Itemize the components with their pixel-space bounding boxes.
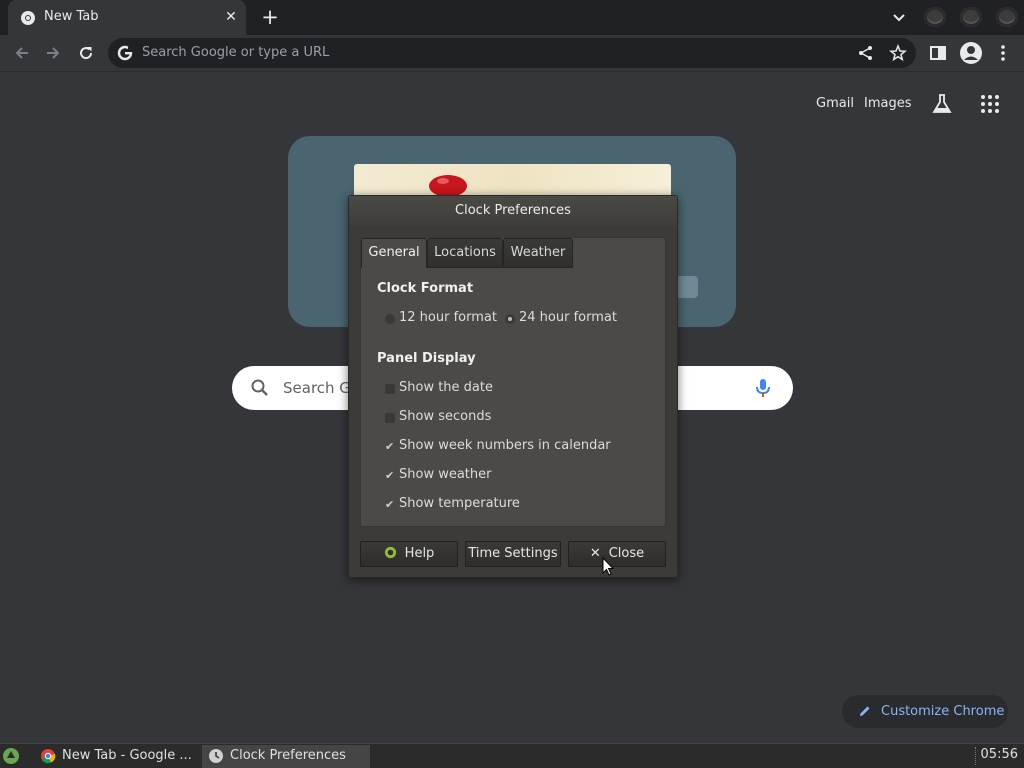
taskbar-item-label: New Tab - Google ...	[62, 748, 192, 763]
time-settings-button[interactable]: Time Settings	[465, 541, 561, 567]
dialog-titlebar[interactable]: Clock Preferences	[349, 196, 677, 226]
search-icon	[251, 379, 268, 396]
close-tab-icon[interactable]: ✕	[222, 8, 240, 26]
tab-general[interactable]: General	[361, 238, 427, 268]
time-settings-button-label: Time Settings	[468, 546, 558, 561]
more-menu-icon[interactable]	[993, 43, 1013, 63]
clock-icon	[209, 749, 223, 763]
taskbar-item-clock-preferences[interactable]: Clock Preferences	[202, 745, 370, 768]
radio-selected-icon	[505, 314, 515, 324]
chevron-down-icon[interactable]	[890, 10, 908, 26]
maximize-window-button[interactable]	[960, 7, 982, 27]
doodle-share-icon[interactable]	[676, 276, 698, 298]
tab-strip: New Tab ✕ +	[0, 0, 1024, 35]
microphone-icon[interactable]	[754, 377, 772, 399]
chrome-icon	[21, 11, 35, 25]
bookmark-star-icon[interactable]	[888, 43, 908, 63]
taskbar-clock[interactable]: 05:56	[981, 747, 1018, 762]
taskbar-item-label: Clock Preferences	[230, 748, 346, 763]
option-label: 24 hour format	[519, 310, 617, 325]
profile-avatar-icon[interactable]	[959, 41, 983, 65]
clock-format-heading: Clock Format	[377, 281, 474, 296]
checkmark-icon: ✔	[385, 440, 395, 453]
checkbox-unchecked-icon	[385, 384, 395, 394]
omnibox-placeholder: Search Google or type a URL	[142, 45, 330, 60]
option-label: Show the date	[399, 380, 493, 395]
checkmark-icon: ✔	[385, 469, 395, 482]
tab-locations[interactable]: Locations	[427, 238, 503, 268]
panel-display-heading: Panel Display	[377, 351, 476, 366]
taskbar-item-browser[interactable]: New Tab - Google ...	[34, 745, 196, 768]
close-button[interactable]: ✕ Close	[568, 541, 666, 567]
option-label: Show week numbers in calendar	[399, 438, 611, 453]
taskbar: New Tab - Google ... Clock Preferences 0…	[0, 743, 1024, 768]
help-lifebuoy-icon	[384, 546, 396, 559]
back-icon[interactable]	[12, 43, 32, 63]
dialog-title: Clock Preferences	[455, 203, 571, 218]
mouse-pointer-icon	[602, 557, 614, 576]
close-window-button[interactable]	[996, 7, 1018, 27]
minimize-window-button[interactable]	[924, 7, 946, 27]
tab-weather[interactable]: Weather	[503, 238, 573, 268]
clock-preferences-dialog: Clock Preferences Clock Format 12 hour f…	[348, 195, 678, 578]
forward-icon[interactable]	[43, 43, 63, 63]
tab-title: New Tab	[44, 9, 99, 24]
side-panel-icon[interactable]	[928, 43, 948, 63]
option-label: 12 hour format	[399, 310, 497, 325]
images-link[interactable]: Images	[864, 96, 912, 111]
customize-chrome-button[interactable]: Customize Chrome	[842, 695, 1008, 728]
gmail-link[interactable]: Gmail	[816, 96, 854, 111]
help-button-label: Help	[404, 546, 435, 561]
apps-grid-icon[interactable]	[980, 94, 1000, 114]
radio-unselected-icon	[385, 314, 395, 324]
checkmark-icon: ✔	[385, 498, 395, 511]
taskbar-separator	[975, 747, 976, 765]
close-button-label: Close	[608, 546, 645, 561]
customize-chrome-label: Customize Chrome	[881, 704, 1005, 719]
browser-toolbar: Search Google or type a URL	[0, 35, 1024, 72]
labs-flask-icon[interactable]	[931, 93, 953, 115]
option-label: Show seconds	[399, 409, 492, 424]
pencil-icon	[860, 706, 870, 716]
omnibox[interactable]: Search Google or type a URL	[108, 38, 916, 68]
new-tab-icon[interactable]: +	[258, 6, 282, 30]
share-icon[interactable]	[856, 43, 876, 63]
google-icon	[117, 45, 133, 61]
start-menu-icon[interactable]	[0, 744, 22, 768]
option-label: Show temperature	[399, 496, 520, 511]
general-tab-panel: Clock Format 12 hour format 24 hour form…	[360, 237, 666, 527]
close-icon: ✕	[589, 546, 601, 561]
search-placeholder: Search G	[283, 379, 351, 397]
doodle-artwork	[354, 164, 671, 199]
checkbox-unchecked-icon	[385, 413, 395, 423]
browser-tab[interactable]: New Tab ✕	[8, 0, 246, 35]
chrome-icon	[41, 749, 56, 764]
option-label: Show weather	[399, 467, 492, 482]
help-button[interactable]: Help	[360, 541, 458, 567]
reload-icon[interactable]	[76, 43, 96, 63]
